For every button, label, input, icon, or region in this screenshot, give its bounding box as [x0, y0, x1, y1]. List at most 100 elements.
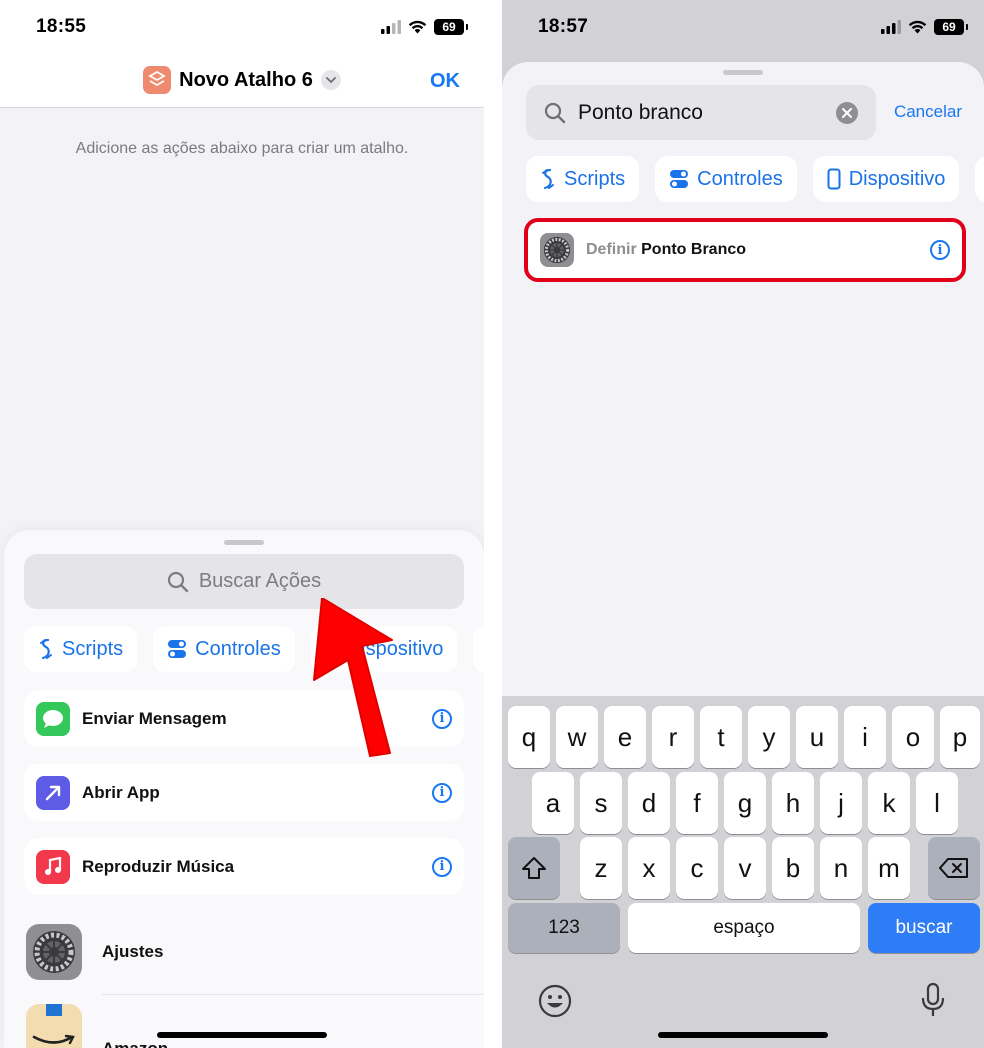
- actions-sheet: Buscar Ações Scripts Controles Dispositi…: [4, 530, 484, 1048]
- category-chips: Scripts Controles Dispositivo: [526, 156, 984, 202]
- divider: [102, 994, 484, 995]
- key-j[interactable]: j: [820, 772, 862, 834]
- cellular-signal-icon: [381, 20, 401, 34]
- battery-icon: 69: [934, 19, 968, 35]
- chip-controles[interactable]: Controles: [153, 626, 295, 672]
- space-key[interactable]: espaço: [628, 903, 860, 953]
- key-e[interactable]: e: [604, 706, 646, 768]
- toggle-icon: [670, 170, 689, 188]
- top-bar: 18:55 69 Novo Atalho 6 OK: [0, 0, 484, 108]
- key-r[interactable]: r: [652, 706, 694, 768]
- chip-more[interactable]: [473, 626, 484, 672]
- search-icon: [167, 571, 189, 592]
- home-indicator[interactable]: [658, 1032, 828, 1038]
- toggle-icon: [168, 640, 187, 658]
- emoji-icon[interactable]: [538, 984, 572, 1023]
- key-m[interactable]: m: [868, 837, 910, 899]
- red-arrow-annotation: [313, 598, 393, 757]
- wifi-icon: [908, 20, 927, 34]
- sheet-grabber[interactable]: [723, 70, 763, 75]
- key-p[interactable]: p: [940, 706, 980, 768]
- chip-scripts[interactable]: Scripts: [24, 626, 138, 672]
- right-screen: 18:57 69 Ponto branco Cancelar Scripts C…: [502, 0, 984, 1048]
- key-z[interactable]: z: [580, 837, 622, 899]
- backspace-icon: [939, 858, 968, 878]
- search-icon: [544, 102, 566, 123]
- scripts-icon: [542, 168, 554, 190]
- settings-gear-icon: [540, 233, 574, 267]
- key-v[interactable]: v: [724, 837, 766, 899]
- key-c[interactable]: c: [676, 837, 718, 899]
- shortcuts-app-icon: [143, 66, 172, 94]
- key-f[interactable]: f: [676, 772, 718, 834]
- search-input[interactable]: Ponto branco: [526, 85, 876, 140]
- chip-scripts[interactable]: Scripts: [526, 156, 640, 202]
- key-k[interactable]: k: [868, 772, 910, 834]
- amazon-app-icon: [26, 1004, 82, 1048]
- key-a[interactable]: a: [532, 772, 574, 834]
- result-object: Ponto Branco: [641, 241, 747, 258]
- clear-search-icon[interactable]: [836, 101, 858, 124]
- result-label: Definir Ponto Branco: [586, 241, 930, 259]
- empty-hint: Adicione as ações abaixo para criar um a…: [75, 140, 409, 157]
- key-i[interactable]: i: [844, 706, 886, 768]
- key-u[interactable]: u: [796, 706, 838, 768]
- page-title: Novo Atalho 6: [179, 68, 313, 91]
- messages-icon: [36, 701, 70, 736]
- key-n[interactable]: n: [820, 837, 862, 899]
- ok-button[interactable]: OK: [430, 70, 460, 93]
- key-b[interactable]: b: [772, 837, 814, 899]
- search-placeholder: Buscar Ações: [198, 570, 322, 592]
- status-icons: 69: [881, 19, 968, 35]
- status-time: 18:55: [36, 16, 87, 37]
- microphone-icon[interactable]: [920, 982, 946, 1023]
- category-chips: Scripts Controles Dispositivo: [24, 626, 484, 672]
- sheet-grabber[interactable]: [224, 540, 264, 545]
- chip-dispositivo[interactable]: Dispositivo: [812, 156, 960, 202]
- shift-key[interactable]: [508, 837, 560, 899]
- battery-icon: 69: [434, 19, 468, 35]
- cellular-signal-icon: [881, 20, 901, 34]
- info-icon[interactable]: i: [930, 240, 950, 260]
- cancel-button[interactable]: Cancelar: [894, 102, 962, 122]
- key-s[interactable]: s: [580, 772, 622, 834]
- settings-gear-icon: [26, 924, 82, 980]
- status-bar: 18:57 69: [502, 0, 984, 56]
- home-indicator[interactable]: [157, 1032, 327, 1038]
- key-g[interactable]: g: [724, 772, 766, 834]
- wifi-icon: [408, 20, 427, 34]
- chip-more[interactable]: [975, 156, 984, 202]
- left-screen: 18:55 69 Novo Atalho 6 OK Adicione as aç…: [0, 0, 484, 1048]
- open-app-icon: [36, 775, 70, 810]
- key-t[interactable]: t: [700, 706, 742, 768]
- music-icon: [36, 849, 70, 884]
- search-key[interactable]: buscar: [868, 903, 980, 953]
- action-abrir-app[interactable]: Abrir App i: [24, 764, 464, 821]
- backspace-key[interactable]: [928, 837, 980, 899]
- result-verb: Definir: [586, 241, 637, 258]
- key-q[interactable]: q: [508, 706, 550, 768]
- numbers-key[interactable]: 123: [508, 903, 620, 953]
- status-bar: 18:55 69: [0, 0, 484, 56]
- status-time: 18:57: [538, 16, 589, 37]
- info-icon[interactable]: i: [432, 856, 452, 877]
- app-row-ajustes[interactable]: Ajustes: [26, 922, 484, 982]
- key-h[interactable]: h: [772, 772, 814, 834]
- search-value: Ponto branco: [578, 100, 703, 124]
- key-d[interactable]: d: [628, 772, 670, 834]
- key-w[interactable]: w: [556, 706, 598, 768]
- phone-icon: [827, 168, 841, 190]
- chip-controles[interactable]: Controles: [655, 156, 797, 202]
- key-o[interactable]: o: [892, 706, 934, 768]
- result-definir-ponto-branco[interactable]: Definir Ponto Branco i: [524, 218, 966, 282]
- status-icons: 69: [381, 19, 468, 35]
- info-icon[interactable]: i: [432, 782, 452, 803]
- key-y[interactable]: y: [748, 706, 790, 768]
- app-row-amazon[interactable]: Amazon: [26, 1002, 484, 1048]
- action-reproduzir-musica[interactable]: Reproduzir Música i: [24, 838, 464, 895]
- info-icon[interactable]: i: [432, 708, 452, 729]
- keyboard: q w e r t y u i o p a s d f g h j k l z …: [502, 696, 984, 1048]
- key-x[interactable]: x: [628, 837, 670, 899]
- shortcut-title-menu[interactable]: Novo Atalho 6: [0, 66, 484, 94]
- key-l[interactable]: l: [916, 772, 958, 834]
